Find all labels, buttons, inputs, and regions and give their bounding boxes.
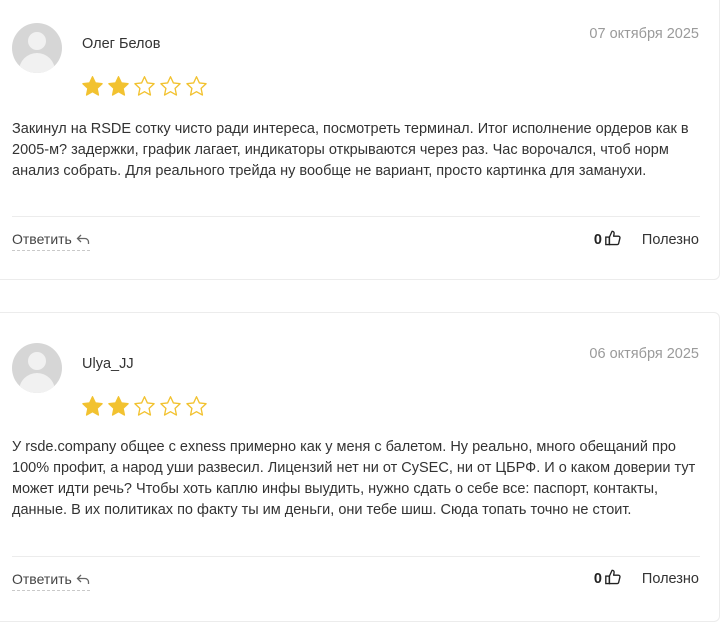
reply-label: Ответить [12, 231, 72, 247]
star-icon [185, 75, 208, 98]
review-author: Ulya_JJ [82, 356, 134, 372]
useful-label[interactable]: Полезно [642, 232, 699, 248]
review-card: Ulya_JJ 06 октября 2025 У rsde.company о… [0, 312, 720, 622]
useful-label[interactable]: Полезно [642, 571, 699, 587]
star-icon [81, 75, 104, 98]
divider [12, 556, 700, 557]
star-icon [81, 395, 104, 418]
avatar [12, 343, 62, 393]
star-icon [133, 75, 156, 98]
star-icon [107, 75, 130, 98]
review-date: 07 октября 2025 [589, 26, 699, 42]
star-icon [107, 395, 130, 418]
like-count: 0 [593, 232, 602, 248]
thumbs-up-icon[interactable] [604, 229, 622, 247]
like-count: 0 [593, 571, 602, 587]
star-icon [159, 395, 182, 418]
reply-button[interactable]: Ответить [12, 571, 90, 591]
reply-arrow-icon [76, 573, 90, 585]
divider [12, 216, 700, 217]
avatar [12, 23, 62, 73]
reply-label: Ответить [12, 571, 72, 587]
review-card: Олег Белов 07 октября 2025 Закинул на RS… [0, 0, 720, 280]
star-icon [133, 395, 156, 418]
review-author: Олег Белов [82, 36, 161, 52]
star-icon [159, 75, 182, 98]
review-text: У rsde.company общее с exness примерно к… [12, 439, 696, 518]
review-date: 06 октября 2025 [589, 346, 699, 362]
star-icon [185, 395, 208, 418]
review-text: Закинул на RSDE сотку чисто ради интерес… [12, 121, 689, 179]
reply-button[interactable]: Ответить [12, 231, 90, 251]
star-rating [81, 75, 208, 99]
reply-arrow-icon [76, 233, 90, 245]
star-rating [81, 395, 208, 419]
thumbs-up-icon[interactable] [604, 568, 622, 586]
